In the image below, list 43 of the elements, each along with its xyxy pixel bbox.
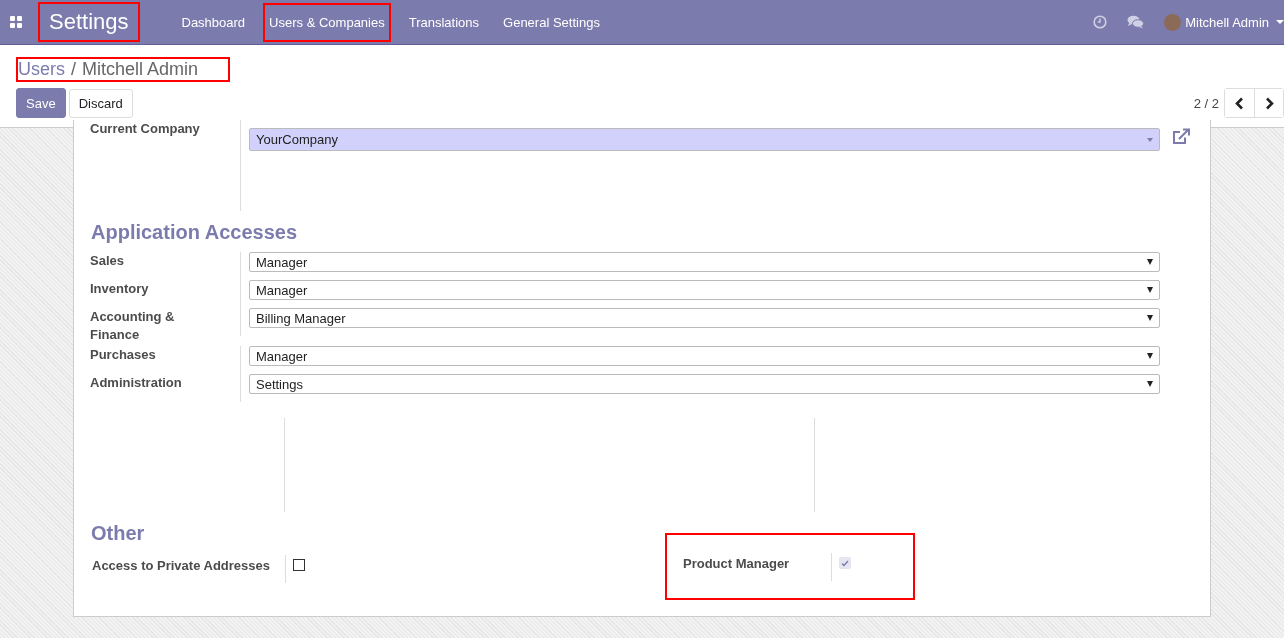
avatar-circle [1164,13,1182,31]
breadcrumb-current: Mitchell Admin [82,59,199,80]
caret-icon [1147,287,1153,293]
field-label: Inventory [90,280,150,298]
clock-icon[interactable] [1093,15,1108,29]
next-button[interactable] [1254,89,1283,117]
breadcrumb-separator: / [71,59,77,80]
apps-grid-icon[interactable] [10,16,22,28]
section-heading: Application Accesses [91,221,298,244]
field-label: Current Company [90,120,201,138]
field-label: Access to Private Addresses [92,557,271,575]
chevron-left-icon [1235,96,1244,110]
chat-icon[interactable] [1127,15,1145,29]
access-select[interactable]: Settings [249,374,1160,394]
section-heading: Other [91,522,146,545]
menu-item[interactable]: Translations [402,2,486,42]
caret-icon [1147,381,1153,387]
field-label: Administration [90,374,183,392]
access-select[interactable]: Manager [249,252,1160,272]
menu-item[interactable]: Dashboard [175,2,252,42]
menu-item[interactable]: Users & Companies [263,2,391,42]
checkbox[interactable] [293,559,305,571]
access-select[interactable]: Manager [249,280,1160,300]
app-title: Settings [38,2,140,42]
user-menu[interactable]: Mitchell Admin [1185,14,1284,30]
menu-item[interactable]: General Settings [497,2,606,42]
external-link-icon[interactable] [1172,128,1192,145]
field-label: Purchases [90,346,157,364]
caret-icon [1147,259,1153,265]
access-select[interactable]: Manager [249,346,1160,366]
caret-icon [1147,353,1153,359]
save-button[interactable]: Save [16,88,66,118]
field-label: Accounting & Finance [90,308,176,344]
discard-button[interactable]: Discard [68,88,133,118]
company-select[interactable]: YourCompany [249,128,1160,151]
field-label: Sales [90,252,125,270]
caret-icon [1147,315,1153,321]
field-label: Product Manager [683,555,791,573]
pager-counter: 2 / 2 [1193,95,1219,111]
caret-icon [1276,20,1284,24]
caret-icon [1147,137,1153,142]
chevron-right-icon [1264,96,1274,110]
access-select[interactable]: Billing Manager [249,308,1160,328]
